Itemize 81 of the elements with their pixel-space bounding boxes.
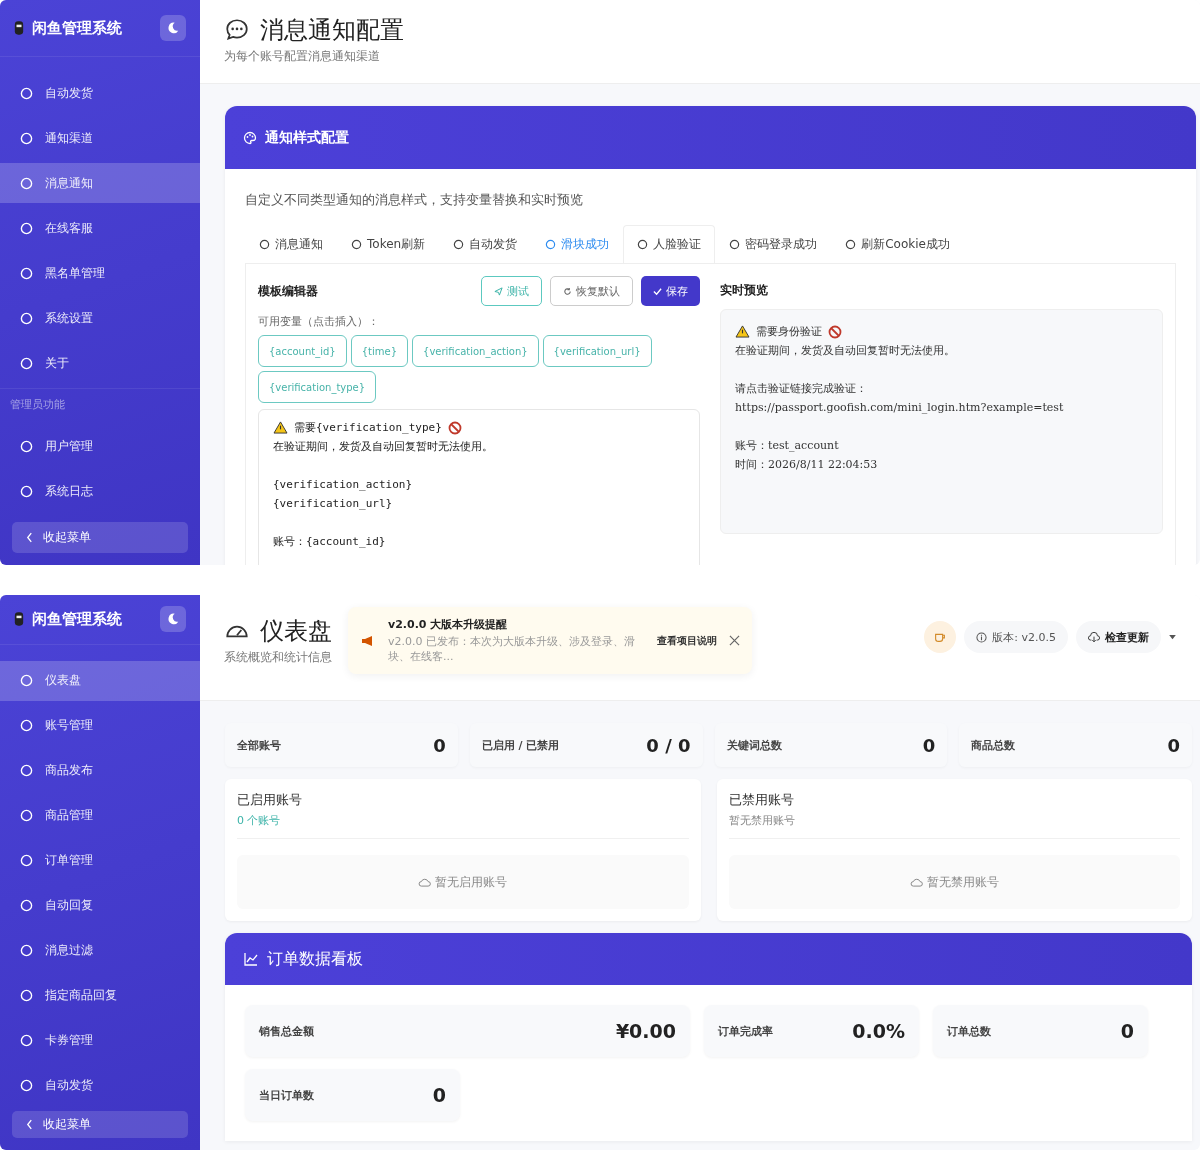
sidebar-item[interactable]: 仪表盘 — [0, 660, 200, 701]
stat-label: 已启用 / 已禁用 — [481, 737, 560, 753]
sidebar-item[interactable]: 消息过滤 — [0, 930, 200, 971]
metric-value: 0 — [1120, 1020, 1134, 1042]
card-title: 订单数据看板 — [267, 948, 363, 970]
sidebar-item[interactable]: 系统设置 — [0, 298, 200, 338]
brand-title: 闲鱼管理系统 — [32, 609, 123, 629]
sidebar-item[interactable]: 商品发布 — [0, 750, 200, 791]
metric-label: 订单总数 — [947, 1023, 991, 1039]
action-button[interactable]: 保存 — [641, 276, 700, 306]
sidebar-item[interactable]: 卡券管理 — [0, 1020, 200, 1061]
template-line: 账号：{account_id} — [273, 534, 387, 550]
tab[interactable]: 自动发货 — [439, 225, 532, 263]
metric-value: 0.0% — [852, 1020, 905, 1042]
panel-subtitle: 暂无禁用账号 — [728, 813, 1180, 839]
tab[interactable]: 密码登录成功 — [715, 225, 832, 263]
sidebar-item[interactable]: 账号管理 — [0, 705, 200, 746]
empty-state-text: 暂无启用账号 — [435, 873, 508, 891]
template-line: {verification_action} — [273, 477, 414, 493]
tab[interactable]: 消息通知 — [245, 225, 337, 263]
tab[interactable]: Token刷新 — [337, 225, 440, 263]
page-title: 消息通知配置 — [260, 15, 404, 46]
template-line: 在验证期间，发货及自动回复暂时无法使用。 — [273, 439, 494, 455]
sidebar-item[interactable]: 订单管理 — [0, 840, 200, 881]
stat-label: 商品总数 — [971, 737, 1016, 753]
sidebar-item[interactable]: 通知渠道 — [0, 118, 200, 158]
sidebar-item[interactable]: 指定商品回复 — [0, 975, 200, 1016]
project-info-link[interactable]: 查看项目说明 — [657, 633, 717, 648]
preview-line: https://passport.goofish.com/mini_login.htm?example=test — [735, 400, 1065, 416]
metric-label: 销售总金额 — [259, 1023, 314, 1039]
stat-value: 0 — [922, 734, 936, 756]
collapse-menu-button[interactable]: 收起菜单 — [12, 1110, 188, 1138]
stat-value: 0 / 0 — [646, 734, 691, 756]
notice-title: v2.0.0 大版本升级提醒 — [388, 617, 509, 632]
editor-title: 模板编辑器 — [258, 282, 318, 300]
template-line: {verification_url} — [273, 496, 394, 512]
sidebar-item[interactable]: 消息通知 — [0, 163, 200, 203]
variables-label: 可用变量（点击插入）： — [258, 314, 380, 329]
page-title: 仪表盘 — [260, 616, 332, 647]
preview-line: 账号：test_account — [735, 438, 840, 454]
sidebar-item[interactable]: 自动发货 — [0, 1065, 200, 1106]
sidebar-item[interactable]: 系统日志 — [0, 471, 200, 511]
metric-label: 当日订单数 — [259, 1087, 314, 1103]
preview-title: 实时预览 — [720, 282, 769, 299]
preview-heading: 需要身份验证 — [756, 324, 822, 339]
stat-label: 关键词总数 — [726, 737, 782, 753]
stat-label: 全部账号 — [237, 737, 281, 753]
version-button[interactable]: 版本: v2.0.5 — [964, 621, 1068, 653]
tab[interactable]: 人脸验证 — [623, 225, 716, 263]
notice-text: v2.0.0 已发布：本次为大版本升级、涉及登录、滑块、在线客... — [388, 634, 636, 664]
preview-line: 请点击验证链接完成验证： — [735, 381, 868, 397]
sidebar-item[interactable]: 在线客服 — [0, 208, 200, 248]
metric-label: 订单完成率 — [718, 1023, 773, 1039]
template-heading: 需要{verification_type} — [294, 420, 442, 435]
stat-value: 0 — [433, 734, 446, 756]
sidebar-item[interactable]: 关于 — [0, 343, 200, 383]
metric-value: 0 — [432, 1084, 446, 1106]
stat-value: 0 — [1167, 734, 1180, 756]
sidebar-item[interactable]: 自动回复 — [0, 885, 200, 926]
sidebar-item[interactable]: 用户管理 — [0, 426, 200, 466]
panel-title: 已禁用账号 — [728, 791, 795, 809]
action-button[interactable]: 恢复默认 — [550, 276, 633, 306]
tab[interactable]: 滑块成功 — [531, 225, 624, 263]
metric-value: ¥0.00 — [615, 1020, 676, 1042]
sidebar-item[interactable]: 自动发货 — [0, 73, 200, 113]
preview-line: 在验证期间，发货及自动回复暂时无法使用。 — [735, 343, 956, 359]
page-subtitle: 系统概览和统计信息 — [224, 649, 332, 666]
sidebar-item[interactable]: 商品管理 — [0, 795, 200, 836]
sidebar-item[interactable]: 黑名单管理 — [0, 253, 200, 293]
panel-title: 已启用账号 — [237, 791, 303, 809]
check-update-button[interactable]: 检查更新 — [1076, 621, 1161, 653]
card-title: 通知样式配置 — [265, 128, 349, 147]
empty-state-text: 暂无禁用账号 — [926, 873, 999, 891]
collapse-menu-button[interactable]: 收起菜单 — [12, 522, 188, 553]
page-subtitle: 为每个账号配置消息通知渠道 — [224, 48, 381, 65]
card-description: 自定义不同类型通知的消息样式，支持变量替换和实时预览 — [245, 191, 584, 209]
brand-title: 闲鱼管理系统 — [32, 18, 123, 38]
panel-subtitle: 0 个账号 — [237, 813, 689, 839]
tab[interactable]: 刷新Cookie成功 — [831, 225, 964, 263]
section-label: 管理员功能 — [0, 388, 200, 426]
preview-line: 时间：2026/8/11 22:04:53 — [735, 457, 879, 473]
